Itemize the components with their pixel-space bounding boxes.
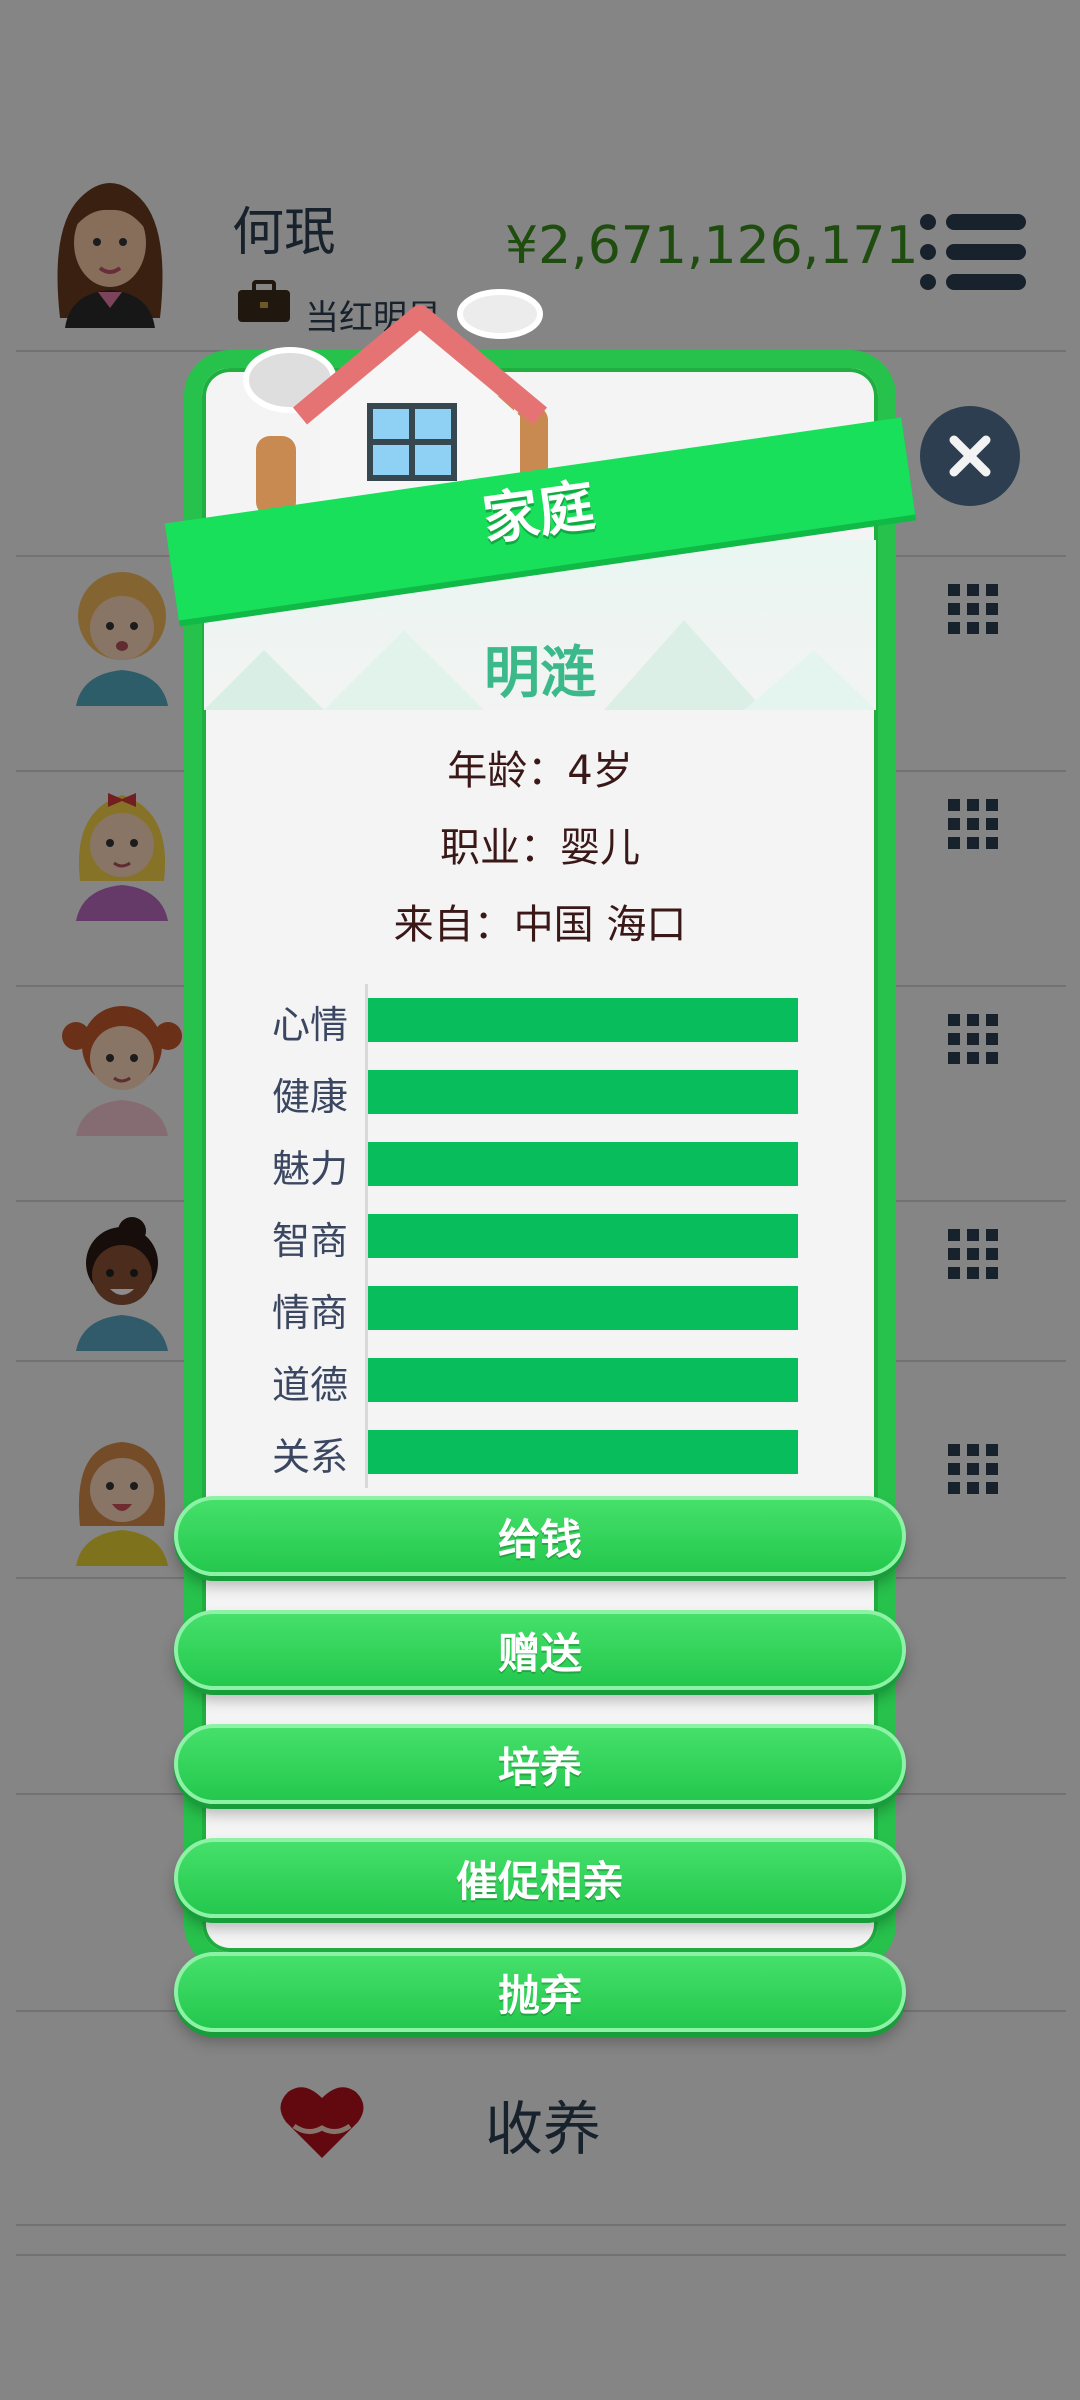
stat-row: 智商 [260,1200,810,1272]
stat-label: 心情 [272,1003,349,1047]
close-button[interactable] [920,406,1020,506]
stat-bar-fill [368,998,798,1042]
give-money-button[interactable]: 给钱 [174,1496,906,1576]
stat-bar-fill [368,1358,798,1402]
abandon-button[interactable]: 抛弃 [174,1952,906,2032]
stat-row: 道德 [260,1344,810,1416]
button-label: 给钱 [497,1514,582,1564]
stat-bar-track [368,1142,798,1186]
stat-bar-track [368,998,798,1042]
stat-label: 智商 [272,1219,349,1263]
member-age: 年龄：4岁 [447,748,633,794]
stat-label: 情商 [272,1291,349,1335]
stat-label: 道德 [272,1363,349,1407]
stat-label: 健康 [272,1075,349,1119]
button-label: 催促相亲 [455,1856,624,1906]
stat-row: 魅力 [260,1128,810,1200]
stat-label: 关系 [272,1435,349,1479]
member-origin: 来自：中国 海口 [393,902,687,948]
stat-bar-fill [368,1142,798,1186]
urge-blind-date-button[interactable]: 催促相亲 [174,1838,906,1918]
stat-bar-fill [368,1430,798,1474]
stat-bar-fill [368,1286,798,1330]
member-name: 明涟 [484,641,596,706]
button-label: 赠送 [497,1628,582,1678]
stat-label: 魅力 [272,1147,349,1191]
member-job: 职业：婴儿 [440,825,640,871]
button-label: 培养 [497,1742,582,1792]
gift-button[interactable]: 赠送 [174,1610,906,1690]
stat-bar-track [368,1286,798,1330]
close-icon [949,435,991,477]
stat-bar-track [368,1358,798,1402]
stat-bar-track [368,1430,798,1474]
stat-row: 情商 [260,1272,810,1344]
stat-bar-fill [368,1214,798,1258]
stat-row: 关系 [260,1416,810,1488]
stat-bar-track [368,1214,798,1258]
nurture-button[interactable]: 培养 [174,1724,906,1804]
dialog-title: 家庭 [478,473,599,554]
stat-bar-track [368,1070,798,1114]
stat-row: 心情 [260,984,810,1056]
button-label: 抛弃 [497,1970,582,2020]
stat-bar-fill [368,1070,798,1114]
stat-row: 健康 [260,1056,810,1128]
